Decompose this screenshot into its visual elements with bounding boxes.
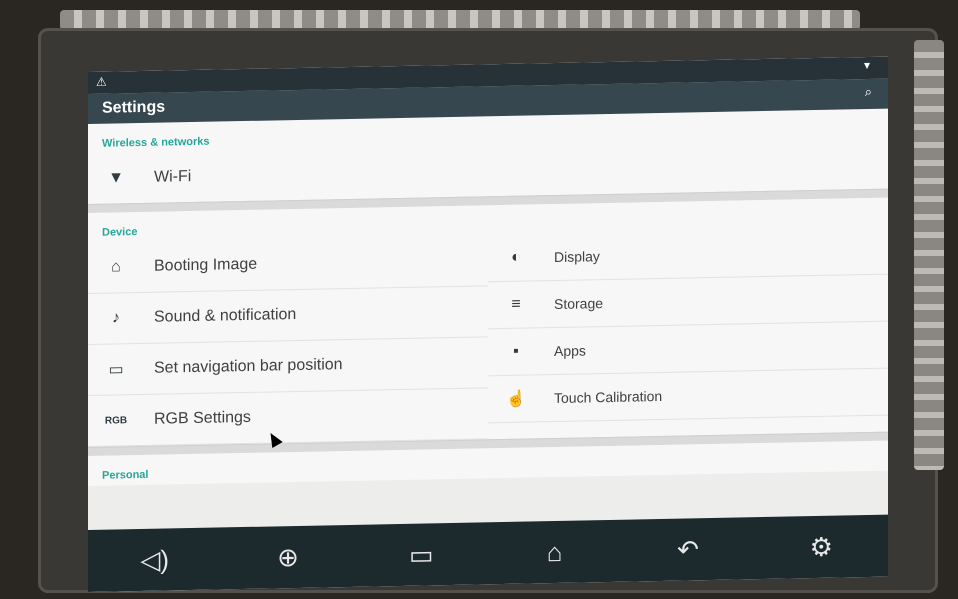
settings-item-label: Booting Image: [154, 255, 258, 275]
device-column-left: ⌂ Booting Image ♪ Sound & notification ▭…: [88, 235, 488, 447]
device-screen: ⚠ ▾ Settings ⌕ Wireless & networks ▼ Wi-…: [88, 56, 888, 592]
settings-item-booting-image[interactable]: ⌂ Booting Image: [88, 235, 488, 294]
display-icon: ◐: [511, 248, 521, 266]
settings-item-rgb-settings[interactable]: RGB RGB Settings: [88, 388, 488, 447]
home-nav-icon[interactable]: ⌂: [525, 536, 585, 568]
device-column-right: ◐ Display ≡ Storage ▪ Apps ☝ Touch Calib…: [488, 227, 888, 440]
settings-item-label: Wi-Fi: [154, 168, 192, 186]
page-title: Settings: [102, 98, 166, 117]
apps-icon: ▪: [513, 342, 519, 360]
wifi-icon: ▼: [108, 169, 124, 187]
settings-item-label: Display: [554, 248, 600, 266]
settings-gear-icon[interactable]: ⚙: [791, 531, 851, 563]
back-icon[interactable]: ↶: [658, 533, 718, 565]
home-icon: ⌂: [111, 258, 121, 276]
volume-icon[interactable]: ◁): [125, 544, 185, 576]
device-ribbon-cable: [60, 10, 860, 30]
search-icon[interactable]: ⌕: [865, 84, 872, 100]
settings-item-apps[interactable]: ▪ Apps: [488, 321, 888, 377]
device-section: Device ⌂ Booting Image ♪ Sound & notific…: [88, 197, 888, 447]
device-items-grid: ⌂ Booting Image ♪ Sound & notification ▭…: [88, 227, 888, 447]
device-side-connector: [914, 40, 944, 470]
target-icon[interactable]: ⊕: [258, 541, 318, 573]
settings-item-display[interactable]: ◐ Display: [488, 227, 888, 283]
settings-item-label: Touch Calibration: [554, 387, 663, 407]
navbar-position-icon: ▭: [108, 361, 124, 379]
touch-icon: ☝: [506, 390, 526, 408]
settings-item-label: Sound & notification: [154, 305, 297, 326]
settings-item-touch-calibration[interactable]: ☝ Touch Calibration: [488, 368, 888, 424]
storage-icon: ≡: [511, 295, 521, 313]
settings-item-label: Set navigation bar position: [154, 356, 343, 377]
warning-icon: ⚠: [96, 74, 107, 89]
settings-item-label: RGB Settings: [154, 408, 251, 428]
settings-item-label: Apps: [554, 342, 586, 360]
settings-item-storage[interactable]: ≡ Storage: [488, 274, 888, 330]
wifi-status-icon: ▾: [863, 57, 870, 73]
settings-item-label: Storage: [554, 295, 604, 313]
recents-icon[interactable]: ▭: [391, 539, 451, 571]
wireless-section: Wireless & networks ▼ Wi-Fi: [88, 108, 888, 204]
settings-item-navigation-bar-position[interactable]: ▭ Set navigation bar position: [88, 337, 488, 396]
settings-item-sound-notification[interactable]: ♪ Sound & notification: [88, 286, 488, 345]
rgb-icon: RGB: [104, 414, 128, 427]
bell-icon: ♪: [112, 309, 120, 327]
